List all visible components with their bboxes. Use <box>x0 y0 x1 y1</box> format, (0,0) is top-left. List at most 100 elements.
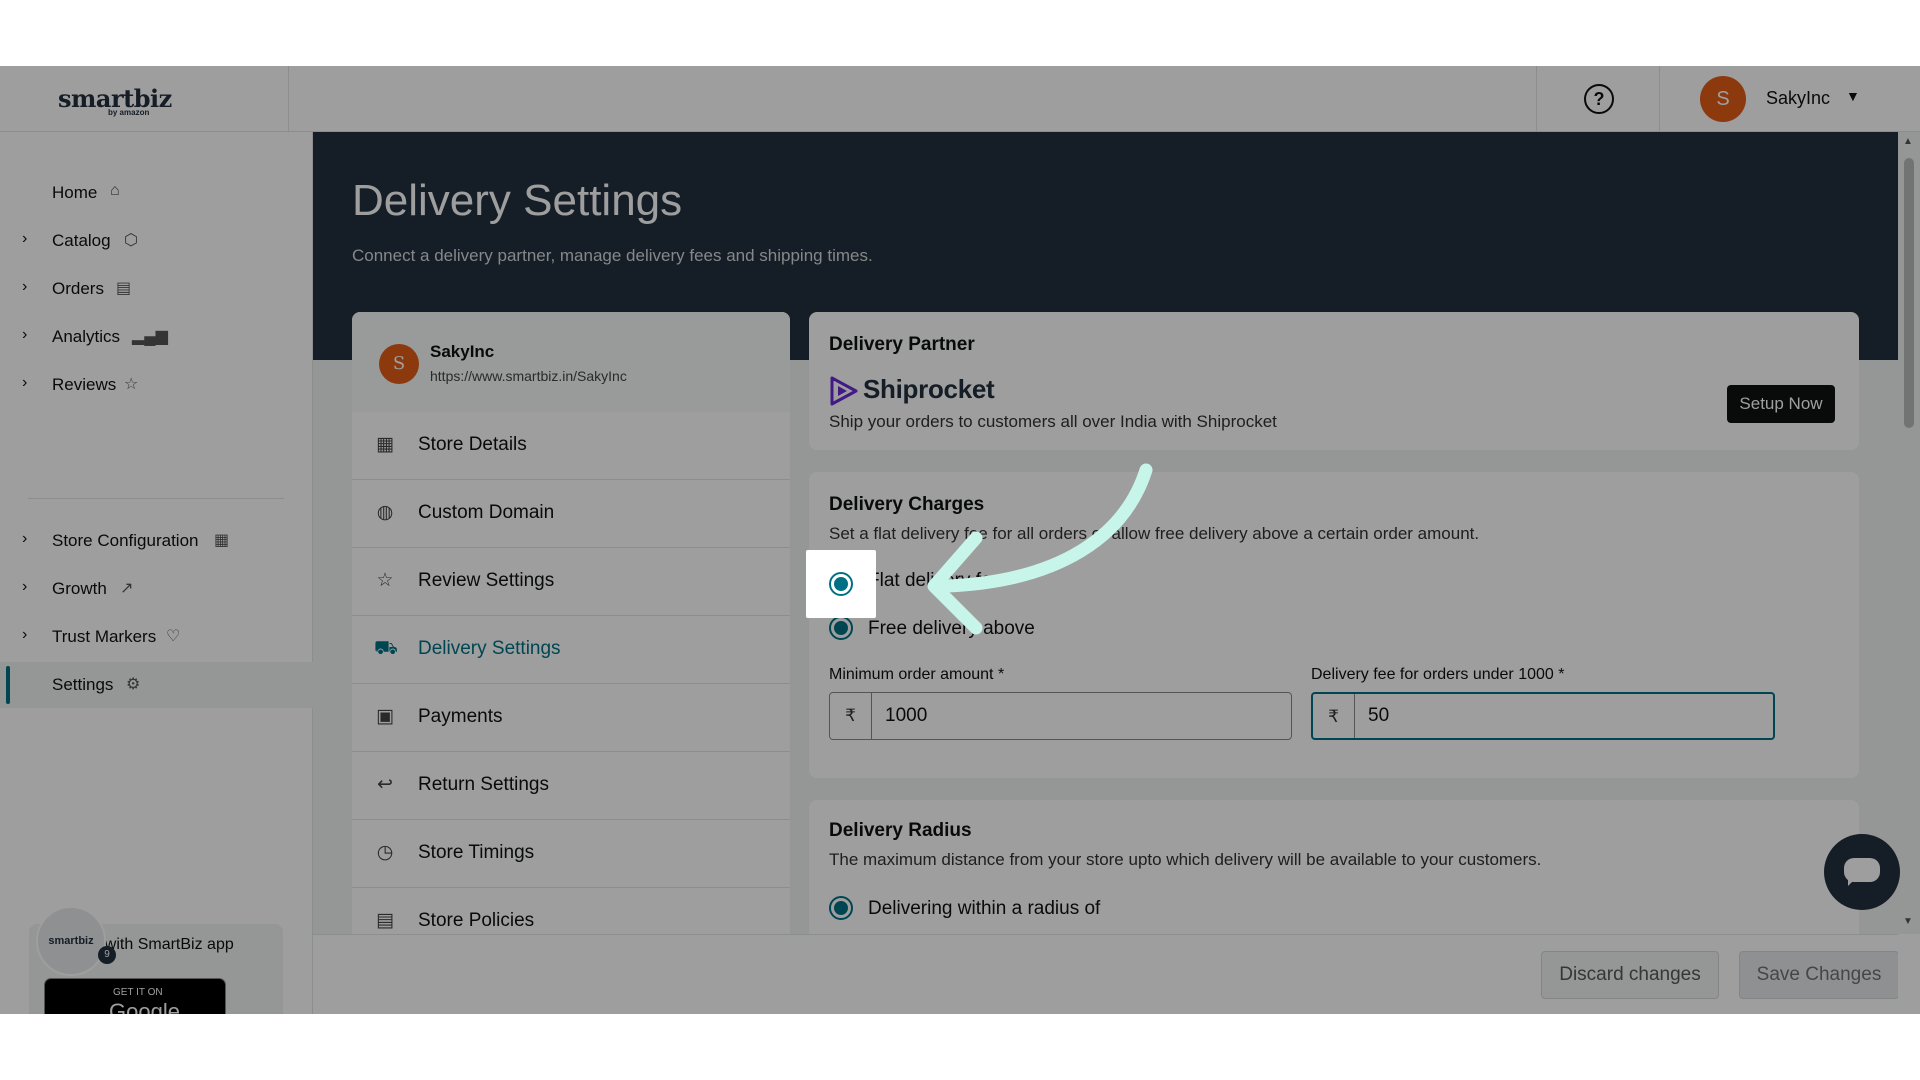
menu-item-label: Store Timings <box>418 842 535 863</box>
chat-button[interactable] <box>1824 834 1900 910</box>
user-avatar[interactable]: S <box>1700 76 1746 122</box>
sidebar-item-trust-markers[interactable]: › Trust Markers ♡ <box>0 614 313 660</box>
delivery-fee-input[interactable] <box>1356 694 1772 738</box>
store-icon: ▦ <box>214 532 230 549</box>
chevron-right-icon: › <box>22 326 28 343</box>
store-header: S SakyInc https://www.smartbiz.in/SakyIn… <box>352 312 790 412</box>
truck-icon: ⛟ <box>374 638 398 659</box>
sidebar-divider <box>28 498 284 499</box>
heart-badge-icon: ♡ <box>166 628 181 645</box>
radio-dot <box>834 621 848 635</box>
menu-item-return-settings[interactable]: ↩ Return Settings <box>352 752 790 820</box>
sidebar-item-growth[interactable]: › Growth ↗ <box>0 566 313 612</box>
menu-item-review-settings[interactable]: ☆ Review Settings <box>352 548 790 616</box>
card-description: Set a flat delivery fee for all orders o… <box>829 524 1480 543</box>
sidebar: Home ⌂ › Catalog ⬡ › Orders ▤ › Analytic… <box>0 132 313 1014</box>
user-name[interactable]: SakyInc <box>1766 88 1830 109</box>
shiprocket-name: Shiprocket <box>863 374 995 404</box>
logo-subtitle: by amazon <box>108 108 150 117</box>
sidebar-item-label: Reviews <box>52 375 117 394</box>
bar-chart-icon: ▂▄▆ <box>132 328 168 345</box>
chat-icon-tail <box>1848 878 1856 886</box>
discard-changes-button[interactable]: Discard changes <box>1541 951 1719 999</box>
home-icon: ⌂ <box>110 182 120 199</box>
google-play-button[interactable]: GET IT ON Google Play <box>44 978 226 1014</box>
delivery-fee-label: Delivery fee for orders under 1000 * <box>1311 666 1565 683</box>
menu-item-store-timings[interactable]: ◷ Store Timings <box>352 820 790 888</box>
document-icon: ▤ <box>376 910 394 931</box>
min-order-label: Minimum order amount * <box>829 666 1005 683</box>
delivery-fee-input-group: ₹ <box>1311 692 1775 740</box>
card-title: Delivery Radius <box>829 820 972 841</box>
radio-label-free[interactable]: Free delivery above <box>868 618 1035 640</box>
card-title: Delivery Charges <box>829 494 985 515</box>
setup-now-button[interactable]: Setup Now <box>1727 385 1835 423</box>
card-description: The maximum distance from your store upt… <box>829 850 1542 869</box>
help-icon[interactable]: ? <box>1584 84 1614 114</box>
store-url[interactable]: https://www.smartbiz.in/SakyInc <box>430 368 627 384</box>
radio-free-above[interactable] <box>829 616 853 640</box>
radio-dot <box>834 901 848 915</box>
page-subtitle: Connect a delivery partner, manage deliv… <box>352 246 873 265</box>
menu-item-label: Custom Domain <box>418 502 555 523</box>
menu-item-custom-domain[interactable]: ◍ Custom Domain <box>352 480 790 548</box>
action-footer: Discard changes Save Changes <box>313 934 1898 1014</box>
screen-stage: smartbiz by amazon ? S SakyInc ▼ Home ⌂ … <box>0 66 1920 1014</box>
sidebar-item-home[interactable]: Home ⌂ <box>0 170 313 216</box>
delivery-charges-card: Delivery Charges Set a flat delivery fee… <box>809 472 1859 778</box>
clipboard-icon: ▤ <box>116 280 132 297</box>
shiprocket-icon <box>830 376 858 406</box>
sidebar-item-reviews[interactable]: › Reviews ☆ <box>0 362 313 408</box>
top-bar: smartbiz by amazon ? S SakyInc ▼ <box>0 66 1920 132</box>
gplay-big-text: Google Play <box>109 999 180 1014</box>
sidebar-item-orders[interactable]: › Orders ▤ <box>0 266 313 312</box>
globe-icon: ◍ <box>376 502 394 523</box>
main-content: Delivery Settings Connect a delivery par… <box>313 132 1898 1014</box>
sidebar-item-label: Trust Markers <box>52 627 157 646</box>
help-area: ? <box>1536 66 1660 132</box>
menu-item-delivery-settings[interactable]: ⛟ Delivery Settings <box>352 616 790 684</box>
tutorial-spotlight[interactable] <box>806 550 876 618</box>
sidebar-item-label: Orders <box>52 279 104 298</box>
menu-item-payments[interactable]: ▣ Payments <box>352 684 790 752</box>
rupee-prefix: ₹ <box>1313 694 1355 738</box>
chevron-right-icon: › <box>22 230 28 247</box>
notification-badge: 9 <box>98 946 116 964</box>
menu-item-label: Review Settings <box>418 570 555 591</box>
min-order-input[interactable] <box>873 693 1289 739</box>
storefront-icon: ▦ <box>376 434 394 455</box>
radio-label-flat[interactable]: Flat delivery fee <box>868 570 1002 592</box>
chevron-right-icon: › <box>22 530 28 547</box>
sidebar-item-label: Home <box>52 183 98 202</box>
sidebar-item-analytics[interactable]: › Analytics ▂▄▆ <box>0 314 313 360</box>
highlighted-radio-flat-fee[interactable] <box>829 572 853 596</box>
chevron-right-icon: › <box>22 578 28 595</box>
logo-area[interactable]: smartbiz by amazon <box>0 66 289 132</box>
sidebar-item-settings[interactable]: Settings ⚙ <box>0 662 313 708</box>
gear-icon: ⚙ <box>126 676 141 693</box>
radio-label-radius[interactable]: Delivering within a radius of <box>868 898 1100 920</box>
box-icon: ⬡ <box>124 232 138 249</box>
menu-item-store-details[interactable]: ▦ Store Details <box>352 412 790 480</box>
card-description: Ship your orders to customers all over I… <box>829 412 1277 431</box>
app-icon[interactable]: smartbiz <box>36 906 106 976</box>
save-changes-button[interactable]: Save Changes <box>1739 951 1898 999</box>
main-scrollbar[interactable]: ▲ ▼ <box>1898 132 1920 934</box>
chevron-right-icon: › <box>22 278 28 295</box>
sidebar-item-catalog[interactable]: › Catalog ⬡ <box>0 218 313 264</box>
scroll-up-icon[interactable]: ▲ <box>1903 136 1913 147</box>
star-outline-icon: ☆ <box>376 570 394 591</box>
sidebar-item-label: Catalog <box>52 231 111 250</box>
store-avatar: S <box>379 344 419 384</box>
card-title: Delivery Partner <box>829 334 975 355</box>
chevron-right-icon: › <box>22 374 28 391</box>
radio-radius[interactable] <box>829 896 853 920</box>
scroll-down-icon[interactable]: ▼ <box>1903 916 1913 927</box>
menu-item-label: Delivery Settings <box>418 638 561 659</box>
rupee-prefix: ₹ <box>830 693 872 739</box>
trend-up-icon: ↗ <box>120 580 134 597</box>
scroll-thumb[interactable] <box>1904 158 1914 428</box>
chevron-down-icon[interactable]: ▼ <box>1846 88 1860 104</box>
sidebar-item-store-configuration[interactable]: › Store Configuration ▦ <box>0 518 313 564</box>
settings-menu-panel: S SakyInc https://www.smartbiz.in/SakyIn… <box>352 312 790 1012</box>
